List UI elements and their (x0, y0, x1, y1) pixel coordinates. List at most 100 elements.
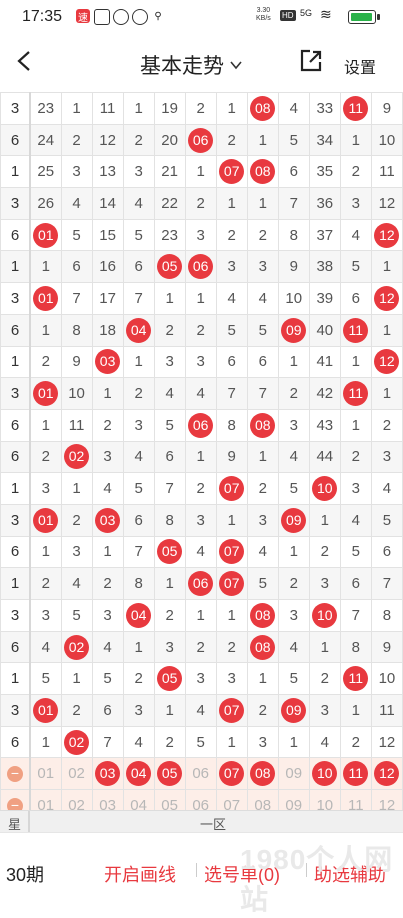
number-cell: 3 (29, 599, 62, 632)
pick-number-cell[interactable]: 06 (184, 789, 217, 810)
number-cell: 07 (215, 694, 248, 727)
number-cell: 4 (339, 503, 372, 537)
number-cell: 8 (370, 599, 403, 632)
number-cell: 9 (370, 630, 403, 664)
number-cell: 15 (91, 218, 124, 252)
selected-number-ball[interactable]: 08 (250, 761, 276, 787)
pick-number-cell[interactable]: 06 (184, 757, 217, 791)
number-cell: 18 (91, 313, 124, 347)
pick-number-cell[interactable]: 05 (153, 789, 186, 810)
number-cell: 5 (339, 535, 372, 569)
number-cell: 05 (153, 250, 186, 284)
pick-number-cell[interactable]: 03 (91, 789, 124, 810)
number-cell: 2 (184, 472, 217, 505)
number-cell: 3 (215, 250, 248, 284)
pick-number-cell[interactable]: 12 (370, 789, 403, 810)
settings-button[interactable]: 设置 (344, 54, 376, 78)
number-cell: 9 (215, 440, 248, 474)
number-cell: 3 (370, 440, 403, 474)
pick-number-cell[interactable]: 11 (339, 757, 372, 791)
star-cell: 1 (0, 155, 31, 189)
share-icon[interactable] (298, 48, 324, 74)
selected-number-ball[interactable]: 04 (126, 761, 152, 787)
selected-number-ball[interactable]: 05 (157, 761, 183, 787)
selected-number-ball[interactable]: 11 (343, 761, 369, 787)
pick-number-cell[interactable]: 10 (308, 757, 341, 791)
table-row: 3 01 7 17 7 1 1 4 4 10 39 6 12 (0, 282, 403, 315)
pick-number-cell[interactable]: 01 (29, 757, 62, 791)
pick-number-cell[interactable]: 02 (60, 757, 93, 791)
pick-number-cell[interactable]: 09 (277, 757, 310, 791)
pick-number-cell[interactable]: 01 (29, 789, 62, 810)
star-cell: 3 (0, 377, 31, 410)
number-cell: 03 (91, 503, 124, 537)
number-cell: 4 (184, 694, 217, 727)
number-cell: 35 (308, 155, 341, 189)
drawn-number-ball: 05 (157, 539, 183, 565)
number-cell: 1 (370, 313, 403, 347)
minus-icon[interactable]: − (7, 797, 23, 810)
pick-number-cell[interactable]: 07 (215, 789, 248, 810)
pick-number-cell[interactable]: 04 (122, 789, 155, 810)
pick-number-cell[interactable]: 10 (308, 789, 341, 810)
number-cell: 10 (60, 377, 93, 410)
number-cell: 42 (308, 377, 341, 410)
number-cell: 11 (60, 408, 93, 442)
number-cell: 4 (246, 282, 279, 315)
drawn-number-ball: 03 (95, 349, 121, 375)
drawn-number-ball: 06 (188, 571, 214, 597)
table-row: 3 01 10 1 2 4 4 7 7 2 42 11 1 (0, 377, 403, 410)
number-cell: 7 (153, 472, 186, 505)
number-cell: 1 (246, 662, 279, 696)
number-cell: 2 (339, 725, 372, 759)
number-cell: 5 (122, 472, 155, 505)
number-cell: 07 (215, 535, 248, 569)
pick-number-cell[interactable]: 02 (60, 789, 93, 810)
signal-icon: 5G (300, 8, 313, 18)
number-cell: 07 (215, 155, 248, 189)
number-cell: 10 (308, 472, 341, 505)
title-dropdown[interactable]: 基本走势 (140, 50, 242, 80)
number-cell: 5 (246, 313, 279, 347)
number-cell: 08 (246, 155, 279, 189)
periods-selector[interactable]: 30期 (6, 861, 44, 887)
pick-number-cell[interactable]: 11 (339, 789, 372, 810)
chat-app-icon (132, 9, 148, 25)
drawn-number-ball: 01 (33, 697, 59, 723)
pick-number-cell[interactable]: 03 (91, 757, 124, 791)
table-row: 6 4 02 4 1 3 2 2 08 4 1 8 9 (0, 630, 403, 664)
number-cell: 4 (277, 440, 310, 474)
pick-number-cell[interactable]: 07 (215, 757, 248, 791)
number-cell: 39 (308, 282, 341, 315)
remove-row-cell[interactable]: − (0, 757, 31, 791)
number-cell: 1 (215, 92, 248, 125)
number-cell: 2 (308, 662, 341, 696)
selected-number-ball[interactable]: 12 (374, 761, 400, 787)
pick-number-cell[interactable]: 05 (153, 757, 186, 791)
minus-icon[interactable]: − (7, 766, 23, 783)
pick-number-cell[interactable]: 08 (246, 757, 279, 791)
drawn-number-ball: 12 (374, 222, 400, 248)
number-cell: 1 (184, 155, 217, 189)
toggle-draw-lines-button[interactable]: 开启画线 (104, 861, 176, 887)
number-cell: 5 (91, 662, 124, 696)
star-cell: 1 (0, 250, 31, 284)
pick-number-cell[interactable]: 04 (122, 757, 155, 791)
pick-number-cell[interactable]: 08 (246, 789, 279, 810)
number-cell: 7 (91, 725, 124, 759)
selected-number-ball[interactable]: 03 (95, 761, 121, 787)
drawn-number-ball: 06 (188, 254, 214, 280)
number-cell: 10 (277, 282, 310, 315)
trend-grid[interactable]: 3 23 1 11 1 19 2 1 08 4 33 11 9 6 24 2 12 2 20 06 2 1 5 34 1 10 1 2… (0, 92, 403, 810)
star-cell: 6 (0, 313, 31, 347)
number-cell: 12 (370, 725, 403, 759)
pick-number-cell[interactable]: 12 (370, 757, 403, 791)
pick-number-cell[interactable]: 09 (277, 789, 310, 810)
number-cell: 12 (91, 123, 124, 157)
selected-number-ball[interactable]: 10 (312, 761, 338, 787)
number-cell: 5 (122, 218, 155, 252)
remove-row-cell[interactable]: − (0, 789, 31, 810)
back-arrow-icon[interactable] (14, 50, 36, 72)
selected-number-ball[interactable]: 07 (219, 761, 245, 787)
number-cell: 7 (246, 377, 279, 410)
